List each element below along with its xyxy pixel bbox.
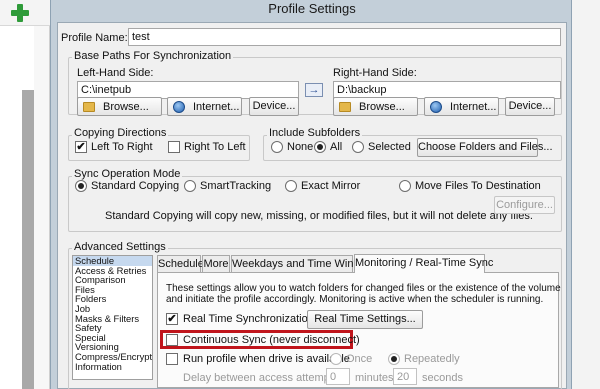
monitoring-description-line1: These settings allow you to watch folder… [166, 283, 561, 294]
monitoring-description-line2: and initiate the profile accordingly. Mo… [166, 294, 544, 305]
choose-folders-button[interactable]: Choose Folders and Files... [417, 138, 553, 157]
real-time-sync-checkbox[interactable]: ✔ [166, 313, 178, 325]
left-internet-label: Internet... [193, 101, 240, 113]
list-item[interactable]: Information [73, 361, 152, 372]
left-hand-side-label: Left-Hand Side: [77, 67, 154, 79]
run-once-label: Once [346, 353, 373, 365]
profile-name-input[interactable]: test [128, 28, 561, 46]
run-repeatedly-label: Repeatedly [404, 353, 460, 365]
delay-seconds-input[interactable]: 20 [393, 368, 417, 385]
subfolders-selected-radio[interactable] [352, 141, 364, 153]
right-internet-label: Internet... [450, 101, 497, 113]
dialog-title: Profile Settings [268, 1, 356, 16]
background-right-panel [572, 0, 600, 389]
advanced-category-list[interactable]: Schedule Access & Retries Comparison Fil… [72, 255, 153, 380]
delay-label: Delay between access attempts: [183, 372, 342, 384]
right-to-left-label: Right To Left [184, 141, 246, 153]
run-once-radio[interactable] [330, 353, 342, 365]
subfolders-all-radio[interactable] [314, 141, 326, 153]
folder-icon [339, 102, 351, 112]
subfolders-selected-label: Selected [368, 141, 411, 153]
globe-icon [430, 101, 442, 113]
include-subfolders-legend: Include Subfolders [267, 127, 363, 139]
globe-icon [173, 101, 185, 113]
subfolders-none-label: None [287, 141, 314, 153]
dialog-client-area: Profile Name: test Base Paths For Synchr… [57, 22, 567, 389]
standard-copying-radio[interactable] [75, 180, 87, 192]
advanced-settings-legend: Advanced Settings [72, 241, 168, 253]
left-internet-button[interactable]: Internet... [167, 97, 242, 116]
standard-copying-label: Standard Copying [91, 180, 180, 192]
minutes-label: minutes [355, 372, 394, 384]
continuous-sync-checkbox[interactable] [166, 334, 178, 346]
plus-icon[interactable] [10, 3, 30, 23]
run-repeatedly-radio[interactable] [388, 353, 400, 365]
profile-name-label: Profile Name: [61, 32, 128, 44]
background-toolbar [0, 0, 50, 26]
continuous-sync-label: Continuous Sync (never disconnect) [183, 334, 360, 346]
real-time-settings-button[interactable]: Real Time Settings... [307, 310, 423, 329]
delay-minutes-input[interactable]: 0 [326, 368, 350, 385]
left-browse-label: Browse... [103, 101, 149, 113]
smarttracking-radio[interactable] [184, 180, 196, 192]
exact-mirror-radio[interactable] [285, 180, 297, 192]
sync-mode-legend: Sync Operation Mode [72, 168, 183, 180]
profile-settings-dialog: Profile Settings Profile Name: test Base… [50, 0, 572, 389]
background-left-panel [34, 26, 50, 389]
arrow-right-icon: → [305, 83, 323, 97]
folder-icon [83, 102, 95, 112]
sync-mode-description: Standard Copying will copy new, missing,… [105, 210, 533, 222]
right-browse-label: Browse... [359, 101, 405, 113]
tab-schedule[interactable]: Schedule [157, 255, 204, 272]
run-when-available-label: Run profile when drive is available [183, 353, 350, 365]
smarttracking-label: SmartTracking [200, 180, 272, 192]
configure-button[interactable]: Configure... [494, 196, 555, 214]
run-when-available-checkbox[interactable] [166, 353, 178, 365]
right-browse-button[interactable]: Browse... [333, 97, 418, 116]
move-files-radio[interactable] [399, 180, 411, 192]
right-device-button[interactable]: Device... [505, 97, 555, 116]
exact-mirror-label: Exact Mirror [301, 180, 361, 192]
left-browse-button[interactable]: Browse... [77, 97, 162, 116]
background-scrollbar[interactable] [22, 90, 34, 389]
move-files-label: Move Files To Destination [415, 180, 541, 192]
subfolders-none-radio[interactable] [271, 141, 283, 153]
right-hand-side-label: Right-Hand Side: [333, 67, 417, 79]
left-device-button[interactable]: Device... [249, 97, 299, 116]
tab-weekdays[interactable]: Weekdays and Time Window [231, 255, 374, 272]
seconds-label: seconds [422, 372, 463, 384]
real-time-sync-label: Real Time Synchronization... [183, 313, 324, 325]
base-paths-legend: Base Paths For Synchronization [72, 50, 234, 62]
left-to-right-label: Left To Right [91, 141, 153, 153]
subfolders-all-label: All [330, 141, 343, 153]
right-internet-button[interactable]: Internet... [424, 97, 499, 116]
copying-directions-legend: Copying Directions [72, 127, 169, 139]
tab-more[interactable]: More [202, 255, 230, 272]
right-to-left-checkbox[interactable] [168, 141, 180, 153]
left-to-right-checkbox[interactable]: ✔ [75, 141, 87, 153]
tab-monitoring-real-time-sync[interactable]: Monitoring / Real-Time Sync [354, 254, 493, 273]
